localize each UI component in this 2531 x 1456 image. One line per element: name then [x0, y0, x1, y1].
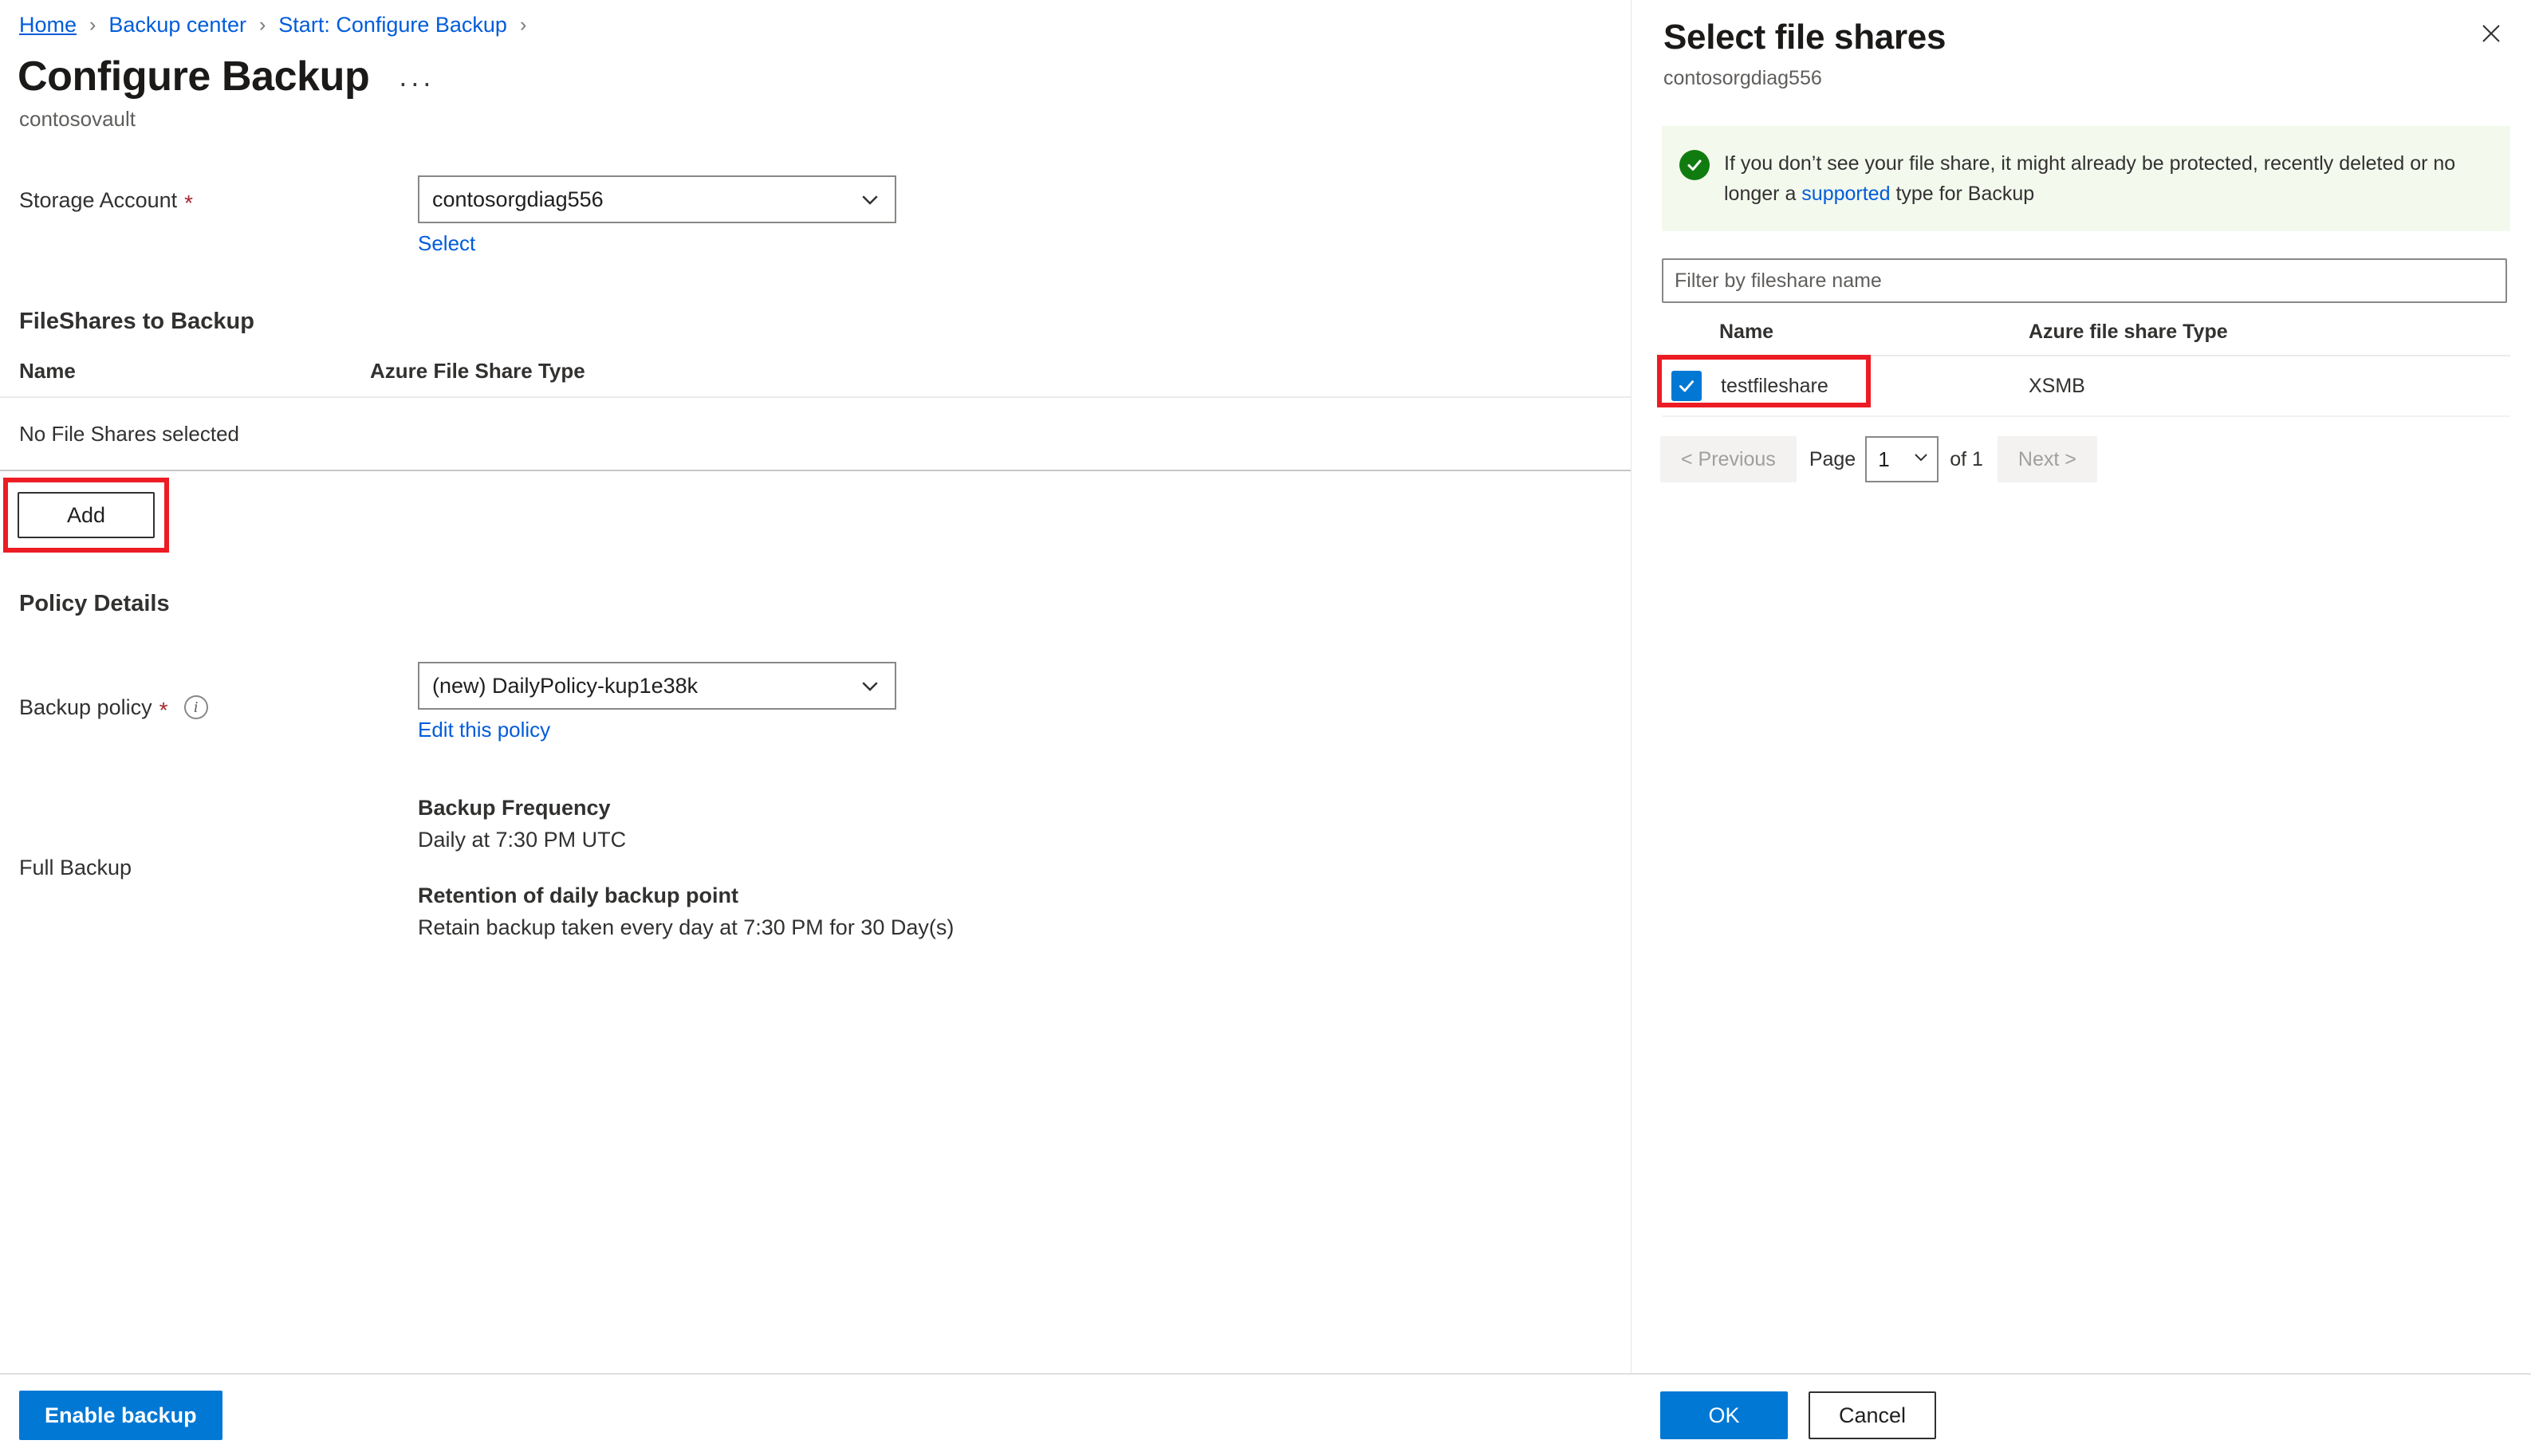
- ok-button[interactable]: OK: [1660, 1391, 1788, 1439]
- previous-page-button[interactable]: < Previous: [1660, 436, 1797, 482]
- full-backup-label: Full Backup: [19, 856, 132, 880]
- page-total-label: of 1: [1950, 447, 1983, 470]
- page-number-value: 1: [1878, 447, 1890, 471]
- storage-account-label-wrap: Storage Account *: [19, 175, 418, 214]
- select-table-header: Name Azure file share Type: [1662, 321, 2510, 356]
- table-row: No File Shares selected: [0, 398, 1631, 471]
- column-header-name: Name: [19, 359, 76, 383]
- panel-subtitle: contosorgdiag556: [1663, 67, 1822, 89]
- close-icon[interactable]: [2472, 14, 2510, 53]
- success-check-circle-icon: [1679, 150, 1710, 180]
- storage-account-field-col: contosorgdiag556 Select: [418, 175, 896, 256]
- page-label: Page: [1809, 447, 1856, 470]
- backup-policy-row: Backup policy * i (new) DailyPolicy-kup1…: [19, 662, 1612, 742]
- more-actions-icon[interactable]: ···: [398, 69, 434, 97]
- full-backup-row: Full Backup Backup Frequency Daily at 7:…: [19, 792, 1612, 943]
- panel-title: Select file shares: [1663, 18, 1946, 57]
- info-icon[interactable]: i: [183, 695, 208, 719]
- required-marker: *: [184, 191, 194, 215]
- supported-link[interactable]: supported: [1801, 183, 1890, 205]
- column-header-azure-file-share-type: Azure file share Type: [2029, 321, 2228, 343]
- chevron-down-icon: [858, 187, 882, 211]
- enable-backup-button[interactable]: Enable backup: [19, 1391, 222, 1440]
- select-file-shares-panel: Select file shares contosorgdiag556 If y…: [1632, 0, 2531, 1456]
- storage-account-dropdown[interactable]: contosorgdiag556: [418, 175, 896, 223]
- required-marker: *: [159, 698, 168, 722]
- retention-heading: Retention of daily backup point: [418, 883, 739, 907]
- chevron-down-icon: [858, 674, 882, 698]
- row-selection-wrap: testfileshare: [1662, 371, 2029, 401]
- backup-policy-value: (new) DailyPolicy-kup1e38k: [432, 673, 699, 698]
- cell-name: testfileshare: [1721, 374, 1828, 397]
- storage-account-select-link[interactable]: Select: [418, 231, 475, 256]
- fileshare-filter-input[interactable]: [1662, 258, 2507, 303]
- column-header-azure-file-share-type: Azure File Share Type: [370, 359, 585, 383]
- storage-account-row: Storage Account * contosorgdiag556 Selec…: [19, 175, 1612, 256]
- breadcrumb-item-home[interactable]: Home: [19, 11, 77, 38]
- cancel-button[interactable]: Cancel: [1809, 1391, 1936, 1439]
- storage-account-value: contosorgdiag556: [432, 187, 604, 211]
- add-fileshare-wrapper: Add: [3, 478, 169, 553]
- full-backup-details: Backup Frequency Daily at 7:30 PM UTC Re…: [418, 792, 954, 943]
- cell-type: XSMB: [2029, 374, 2085, 397]
- fileshares-table: Name Azure File Share Type No File Share…: [0, 359, 1631, 471]
- column-header-name: Name: [1719, 321, 1774, 343]
- page-subtitle: contosovault: [19, 107, 136, 131]
- fileshare-row-checkbox[interactable]: [1671, 371, 1702, 401]
- configure-backup-panel: Home › Backup center › Start: Configure …: [0, 0, 1632, 1456]
- pagination-controls: < Previous Page 1 of 1 Next >: [1660, 436, 2531, 482]
- cell-name: No File Shares selected: [19, 421, 240, 446]
- fileshares-section-heading: FileShares to Backup: [19, 309, 254, 334]
- chevron-down-icon: [1911, 447, 1931, 472]
- breadcrumb-separator-icon: ›: [258, 14, 266, 36]
- edit-this-policy-link[interactable]: Edit this policy: [418, 718, 550, 742]
- page-title: Configure Backup: [18, 53, 370, 100]
- storage-account-form: Storage Account * contosorgdiag556 Selec…: [0, 175, 1631, 256]
- banner-text-after: type for Backup: [1890, 183, 2035, 205]
- breadcrumb-separator-icon: ›: [89, 14, 96, 36]
- next-page-button[interactable]: Next >: [1997, 436, 2097, 482]
- backup-frequency-heading: Backup Frequency: [418, 796, 611, 820]
- azure-configure-backup-screen: Home › Backup center › Start: Configure …: [0, 0, 2531, 1456]
- configure-backup-content: Home › Backup center › Start: Configure …: [0, 0, 1631, 1373]
- select-file-shares-footer: OK Cancel: [1632, 1373, 2531, 1456]
- backup-policy-field-col: (new) DailyPolicy-kup1e38k Edit this pol…: [418, 662, 896, 742]
- backup-policy-label-wrap: Backup policy * i: [19, 662, 418, 742]
- fileshares-select-table: Name Azure file share Type testfileshare…: [1632, 321, 2531, 417]
- storage-account-label: Storage Account: [19, 188, 178, 212]
- page-title-row: Configure Backup ···: [0, 38, 1631, 100]
- info-banner-text: If you don’t see your file share, it mig…: [1724, 148, 2490, 209]
- breadcrumb-item-start-configure-backup[interactable]: Start: Configure Backup: [278, 11, 507, 38]
- breadcrumb-item-backup-center[interactable]: Backup center: [108, 11, 246, 38]
- info-banner: If you don’t see your file share, it mig…: [1662, 126, 2510, 231]
- policy-details-form: Backup policy * i (new) DailyPolicy-kup1…: [0, 662, 1631, 943]
- table-row[interactable]: testfileshare XSMB: [1657, 355, 2510, 417]
- breadcrumb: Home › Backup center › Start: Configure …: [0, 0, 1631, 38]
- backup-policy-label: Backup policy: [19, 695, 152, 719]
- policy-details-heading: Policy Details: [19, 591, 170, 616]
- select-file-shares-header: Select file shares contosorgdiag556: [1632, 0, 2531, 91]
- backup-policy-dropdown[interactable]: (new) DailyPolicy-kup1e38k: [418, 662, 896, 710]
- backup-frequency-value: Daily at 7:30 PM UTC: [418, 828, 627, 852]
- retention-value: Retain backup taken every day at 7:30 PM…: [418, 915, 955, 939]
- add-fileshare-button[interactable]: Add: [18, 492, 155, 538]
- fileshares-table-header: Name Azure File Share Type: [0, 359, 1631, 398]
- page-number-select[interactable]: 1: [1865, 436, 1939, 482]
- breadcrumb-separator-icon: ›: [519, 14, 527, 36]
- configure-backup-footer: Enable backup: [0, 1373, 1632, 1456]
